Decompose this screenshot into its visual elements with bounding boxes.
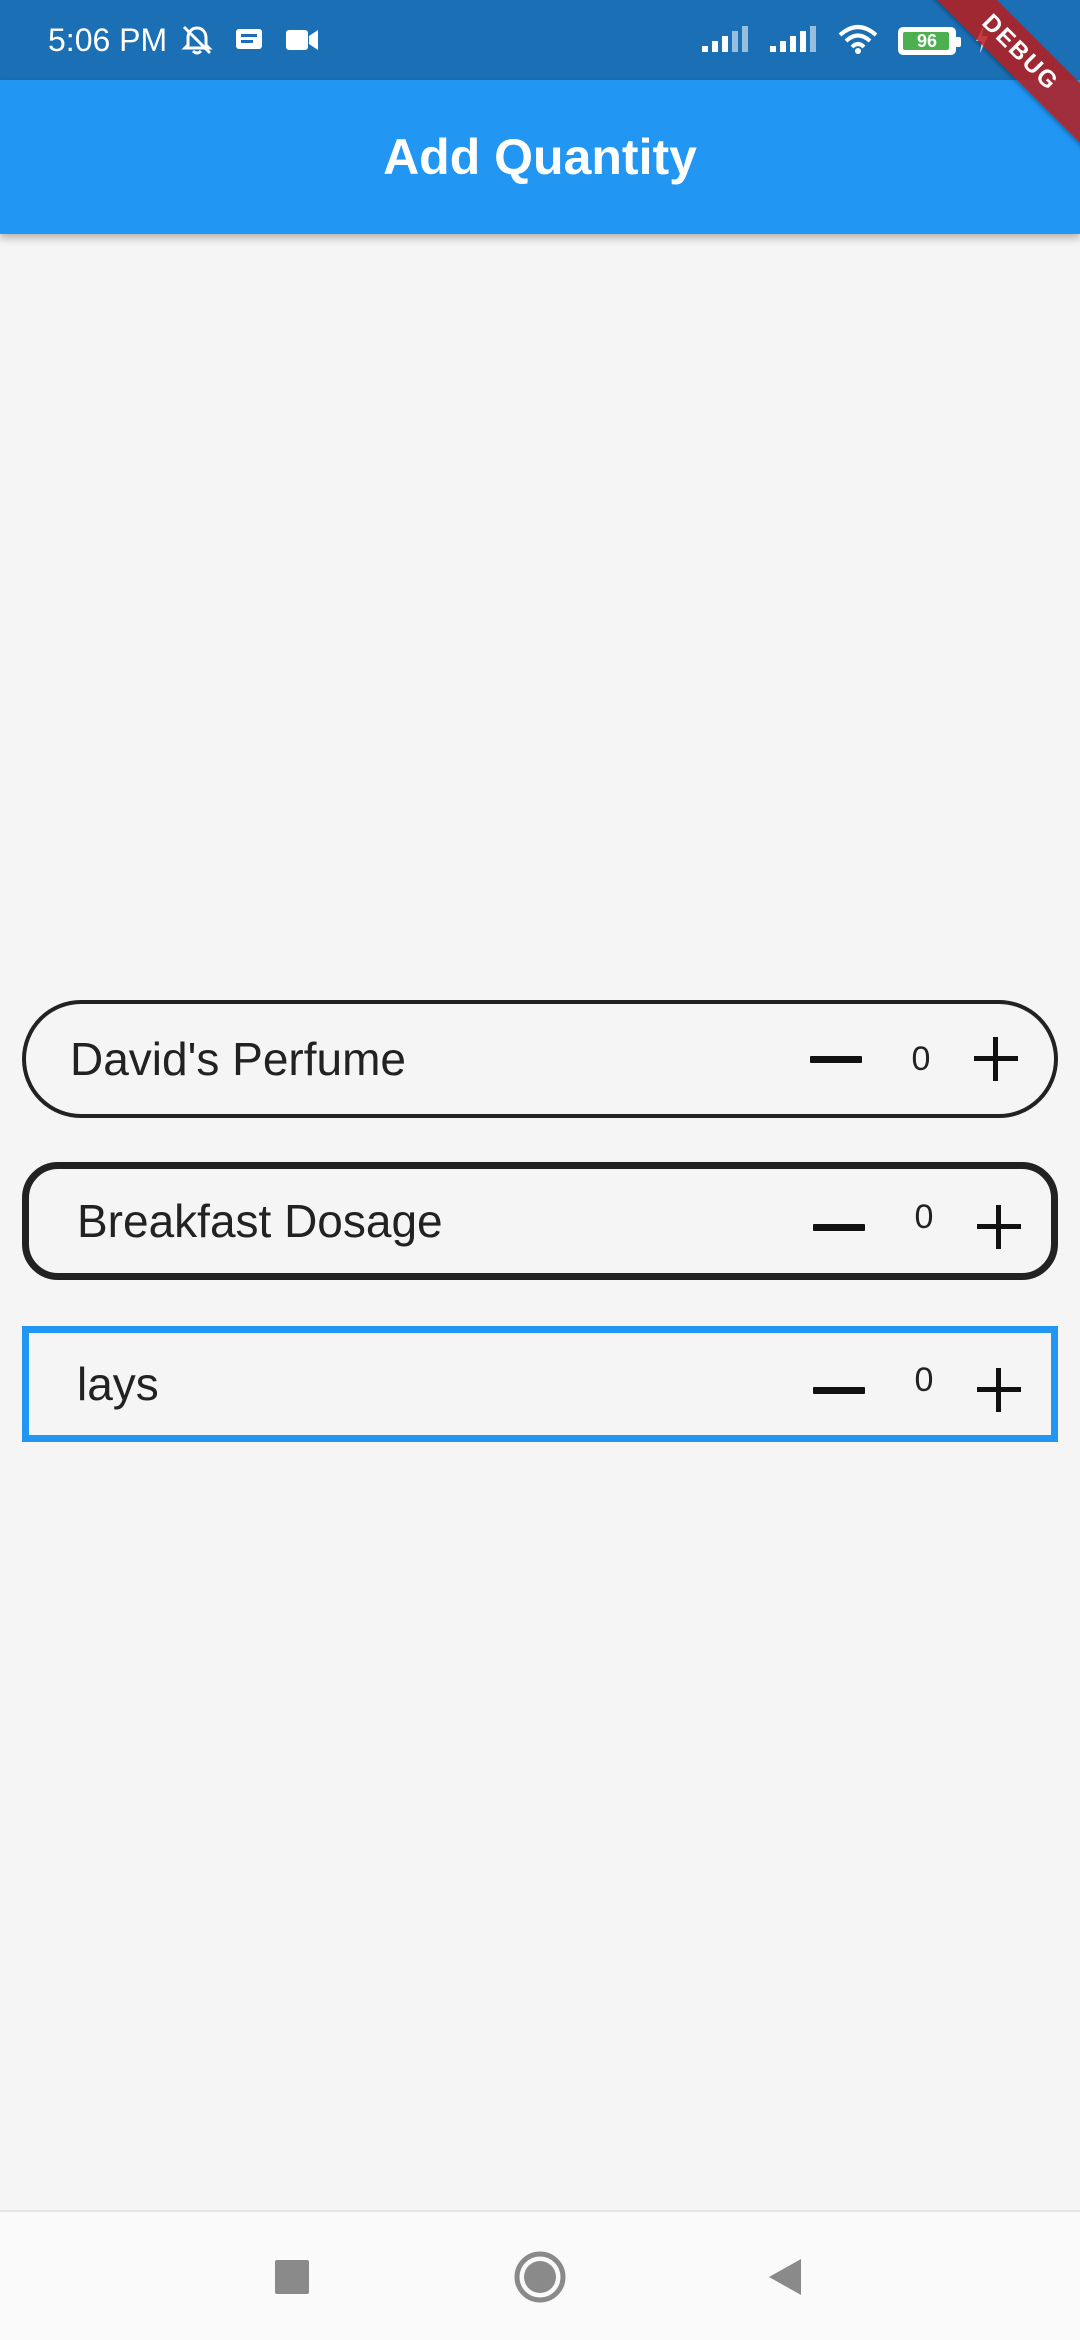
- wifi-icon: [836, 23, 880, 60]
- item-name: Breakfast Dosage: [77, 1195, 443, 1247]
- app-bar: Add Quantity: [0, 80, 1080, 234]
- battery-level: 96: [916, 31, 938, 51]
- quantity-stepper: 0: [799, 1333, 1039, 1435]
- home-icon: [514, 2251, 566, 2303]
- decrement-button[interactable]: [809, 1360, 869, 1420]
- quantity-stepper: 0: [796, 1004, 1036, 1114]
- battery-tip: [956, 37, 961, 47]
- recents-button[interactable]: [257, 2242, 327, 2312]
- increment-button[interactable]: [966, 1029, 1026, 1089]
- status-right-icons: 96: [700, 24, 990, 58]
- navigation-bar: [0, 2210, 1080, 2340]
- recents-icon: [275, 2260, 309, 2294]
- message-icon: [234, 26, 264, 59]
- video-camera-icon: [284, 27, 320, 58]
- alarm-off-icon: [180, 23, 214, 62]
- page-title: Add Quantity: [383, 129, 697, 185]
- signal-icon: [700, 24, 750, 59]
- screen: 5:06 PM 96 DEBUG Add Quantity David's Pe…: [0, 0, 1080, 2340]
- quantity-value: 0: [914, 1197, 934, 1236]
- quantity-row: David's Perfume 0: [22, 1000, 1058, 1118]
- quantity-value: 0: [911, 1040, 931, 1078]
- decrement-button[interactable]: [809, 1197, 869, 1257]
- quantity-row: Breakfast Dosage 0: [22, 1162, 1058, 1280]
- back-icon: [769, 2259, 801, 2295]
- item-name: lays: [77, 1358, 159, 1410]
- home-button[interactable]: [505, 2242, 575, 2312]
- status-left-icons: [180, 25, 320, 59]
- back-button[interactable]: [750, 2242, 820, 2312]
- quantity-row: lays 0: [22, 1326, 1058, 1442]
- quantity-value: 0: [914, 1360, 934, 1399]
- increment-button[interactable]: [969, 1197, 1029, 1257]
- decrement-button[interactable]: [806, 1029, 866, 1089]
- increment-button[interactable]: [969, 1360, 1029, 1420]
- status-time: 5:06 PM: [48, 22, 168, 58]
- status-bar: 5:06 PM 96: [0, 0, 1080, 80]
- battery-icon: 96: [898, 27, 961, 55]
- quantity-stepper: 0: [799, 1169, 1039, 1273]
- signal-icon: [768, 24, 818, 59]
- item-name: David's Perfume: [70, 1033, 407, 1085]
